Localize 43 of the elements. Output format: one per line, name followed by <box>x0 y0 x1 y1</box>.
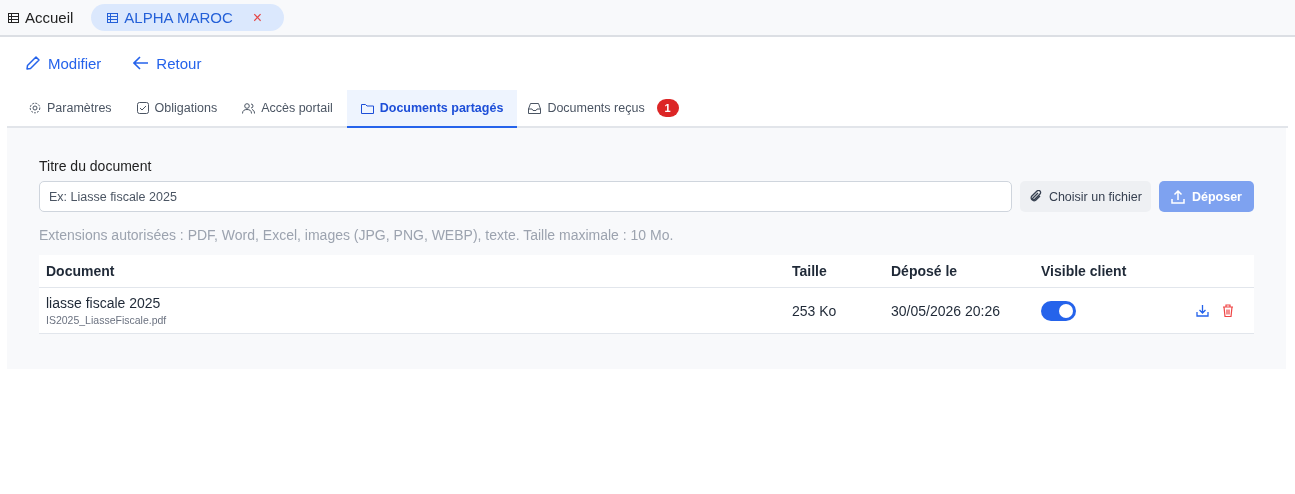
tab[interactable]: Obligations <box>125 90 232 128</box>
inbox-icon <box>528 102 542 114</box>
table-icon <box>107 12 119 23</box>
tab-label: Accueil <box>25 9 74 26</box>
tab-label: Paramètres <box>47 101 112 115</box>
document-title: liasse fiscale 2025 <box>46 295 162 311</box>
folder-icon <box>360 102 374 114</box>
count-badge: 1 <box>656 99 679 117</box>
file-size: 253 Ko <box>792 302 838 319</box>
tab-label: Documents partagés <box>379 101 504 115</box>
users-icon <box>242 102 256 114</box>
hint-text: Extensions autorisées : PDF, Word, Excel, images (JPG, PNG, WEBP), texte. Taille maximale : 10 Mo. <box>39 227 675 243</box>
paperclip-icon <box>1028 190 1042 203</box>
column-header: Déposé le <box>890 262 959 281</box>
field-label: Titre du document <box>39 158 153 174</box>
choose-file-button[interactable]: Choisir un fichier <box>1019 181 1151 212</box>
file-name: IS2025_LiasseFiscale.pdf <box>46 314 168 326</box>
settings-icon <box>29 102 41 114</box>
tab[interactable]: Documents reçus 1 <box>517 90 693 128</box>
tab[interactable]: Accès portail <box>231 90 347 128</box>
tab-label: Obligations <box>154 101 218 115</box>
tab[interactable]: Documents partagés <box>346 90 518 128</box>
upload-icon <box>1170 189 1185 204</box>
checkbox-icon <box>136 102 149 114</box>
column-header: Taille <box>791 262 828 281</box>
back-link[interactable]: Retour <box>133 53 202 73</box>
tab-label: Documents reçus <box>547 101 645 115</box>
download-icon[interactable] <box>1196 304 1209 317</box>
document-title-field[interactable]: Ex: Liasse fiscale 2025 <box>39 181 1012 212</box>
pencil-icon <box>25 55 41 71</box>
table-icon <box>8 12 19 23</box>
trash-icon[interactable] <box>1222 304 1234 317</box>
tab-label: Accès portail <box>261 101 333 115</box>
top-tab[interactable]: ALPHA MAROC × <box>91 4 285 31</box>
visibility-toggle[interactable] <box>1041 300 1076 321</box>
column-header: Document <box>45 262 116 281</box>
tab[interactable]: Paramètres <box>18 90 126 128</box>
top-tab[interactable]: Accueil <box>8 4 74 31</box>
column-header: Visible client <box>1040 262 1128 281</box>
upload-date: 30/05/2026 20:26 <box>891 302 1001 319</box>
edit-link[interactable]: Modifier <box>25 53 102 73</box>
arrow-left-icon <box>133 56 150 70</box>
tab-label: ALPHA MAROC <box>124 9 233 26</box>
